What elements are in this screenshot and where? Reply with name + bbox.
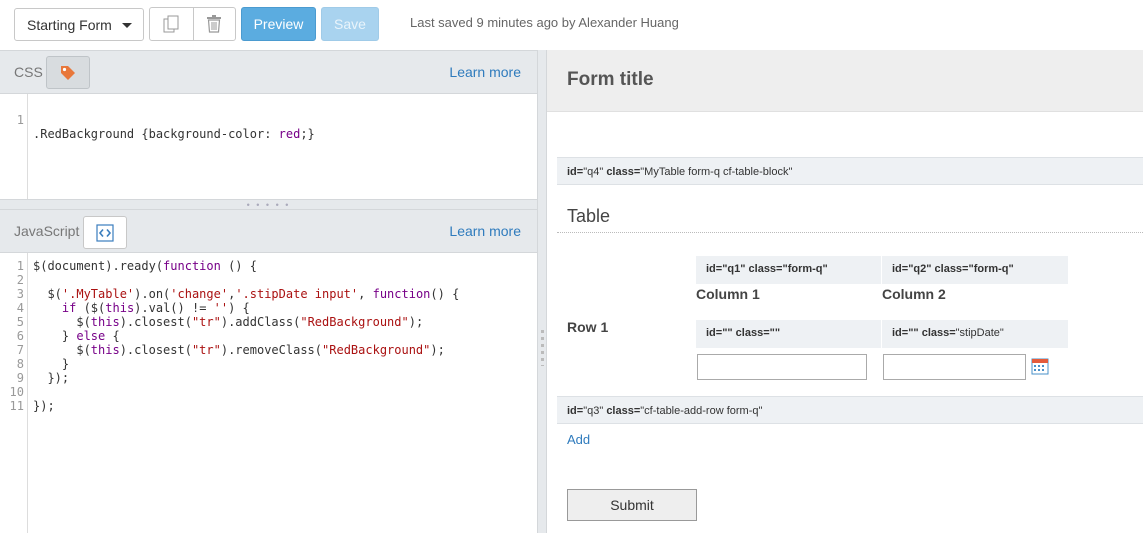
line-number: 5 (16, 315, 24, 329)
line-number: 1 (16, 113, 24, 127)
table-title: Table (567, 206, 611, 226)
calendar-icon[interactable] (1031, 357, 1049, 375)
line-number: 2 (16, 273, 24, 287)
line-number: 10 (9, 385, 24, 399)
q3-id-value: "q3" (583, 405, 604, 417)
q4-class-key: class= (606, 166, 641, 178)
line-number: 4 (16, 301, 24, 315)
cell1-id-bar: id="" class="" (696, 320, 881, 348)
form-header: Form title (547, 50, 1143, 112)
q4-id-key: id= (567, 166, 584, 178)
col1-id-text: id="q1" class="form-q" (706, 263, 828, 275)
js-pane-header: JavaScript Learn more (0, 209, 537, 253)
css-editor[interactable]: 1 .RedBackground {background-color: red;… (0, 94, 537, 199)
chevron-down-icon (122, 23, 132, 28)
form-select-value: Starting Form (27, 16, 112, 33)
save-button[interactable]: Save (321, 7, 379, 41)
trash-icon (207, 15, 222, 33)
code-text: } (33, 357, 70, 371)
code-text: } else { (33, 329, 120, 343)
copy-button[interactable] (150, 8, 193, 40)
js-editor[interactable]: 1 $(document).ready(function () { 2 3 $('… (0, 253, 537, 533)
delete-button[interactable] (192, 8, 236, 40)
code-text: .RedBackground {background-color: red;} (33, 127, 315, 141)
q4-id-value: "q4" (583, 166, 604, 178)
code-text: $(this).closest("tr").removeClass("RedBa… (33, 343, 445, 357)
code-text: if ($(this).val() != '') { (61, 301, 250, 315)
js-snippet-button[interactable] (83, 216, 127, 249)
toolbar: Starting Form Preview Save Last saved 9 … (0, 0, 1143, 50)
horizontal-splitter[interactable]: • • • • • (0, 199, 537, 210)
code-text: $(this).closest("tr").addClass("RedBackg… (33, 315, 424, 329)
css-class-button[interactable] (46, 56, 90, 89)
row1-col2-date-input[interactable] (883, 354, 1026, 380)
form-title: Form title (567, 69, 654, 90)
copy-icon (163, 15, 179, 33)
cell2-id-bar: id="" class="stipDate" (882, 320, 1068, 348)
cell2-class-value: "stipDate" (955, 327, 1004, 339)
cell2-class-key: class= (921, 327, 956, 339)
column-1-header: Column 1 (696, 286, 760, 302)
code-text: $(document).ready(function () { (33, 259, 257, 273)
cell2-id-key: id="" (892, 327, 919, 339)
column-2-header: Column 2 (882, 286, 946, 302)
col1-id-bar: id="q1" class="form-q" (696, 256, 881, 284)
col2-id-bar: id="q2" class="form-q" (882, 256, 1068, 284)
code-text: }); (33, 399, 55, 413)
last-saved-status: Last saved 9 minutes ago by Alexander Hu… (410, 15, 679, 30)
css-pane-header: CSS Learn more (0, 50, 537, 94)
preview-button[interactable]: Preview (241, 7, 316, 41)
q3-class-value: "cf-table-add-row form-q" (640, 405, 763, 417)
tag-icon (61, 65, 75, 80)
cell1-id-text: id="" class="" (706, 327, 781, 339)
q3-id-key: id= (567, 405, 584, 417)
q4-id-bar: id="q4" class="MyTable form-q cf-table-b… (557, 157, 1143, 185)
line-number: 1 (16, 259, 24, 273)
row-1-header: Row 1 (567, 319, 609, 335)
form-select[interactable]: Starting Form (14, 8, 144, 41)
code-text: }); (33, 371, 70, 385)
row1-col1-input[interactable] (697, 354, 867, 380)
js-pane-title: JavaScript (14, 223, 80, 239)
vertical-splitter[interactable] (537, 50, 547, 533)
col2-id-text: id="q2" class="form-q" (892, 263, 1014, 275)
line-number: 6 (16, 329, 24, 343)
line-number: 9 (16, 371, 24, 385)
code-icon (96, 223, 114, 242)
code-line: 1 .RedBackground {background-color: red;… (0, 99, 315, 141)
css-pane-title: CSS (14, 64, 43, 80)
editor-panel: CSS Learn more 1 .RedBackground {backgro… (0, 50, 537, 533)
js-learn-more-link[interactable]: Learn more (449, 223, 521, 239)
splitter-grip (541, 330, 544, 366)
code-text: $('.MyTable').on('change','.stipDate inp… (33, 287, 460, 301)
q3-id-bar: id="q3" class="cf-table-add-row form-q" (557, 396, 1143, 424)
submit-button[interactable]: Submit (567, 489, 697, 521)
q4-class-value: "MyTable form-q cf-table-block" (640, 166, 793, 178)
line-number: 3 (16, 287, 24, 301)
action-icon-group (149, 7, 236, 41)
line-number: 8 (16, 357, 24, 371)
line-number: 11 (9, 399, 24, 413)
form-preview: Form title id="q4" class="MyTable form-q… (547, 50, 1143, 533)
add-row-link[interactable]: Add (567, 432, 590, 447)
q3-class-key: class= (606, 405, 641, 417)
line-number: 7 (16, 343, 24, 357)
table-title-divider (557, 232, 1143, 233)
css-learn-more-link[interactable]: Learn more (449, 64, 521, 80)
